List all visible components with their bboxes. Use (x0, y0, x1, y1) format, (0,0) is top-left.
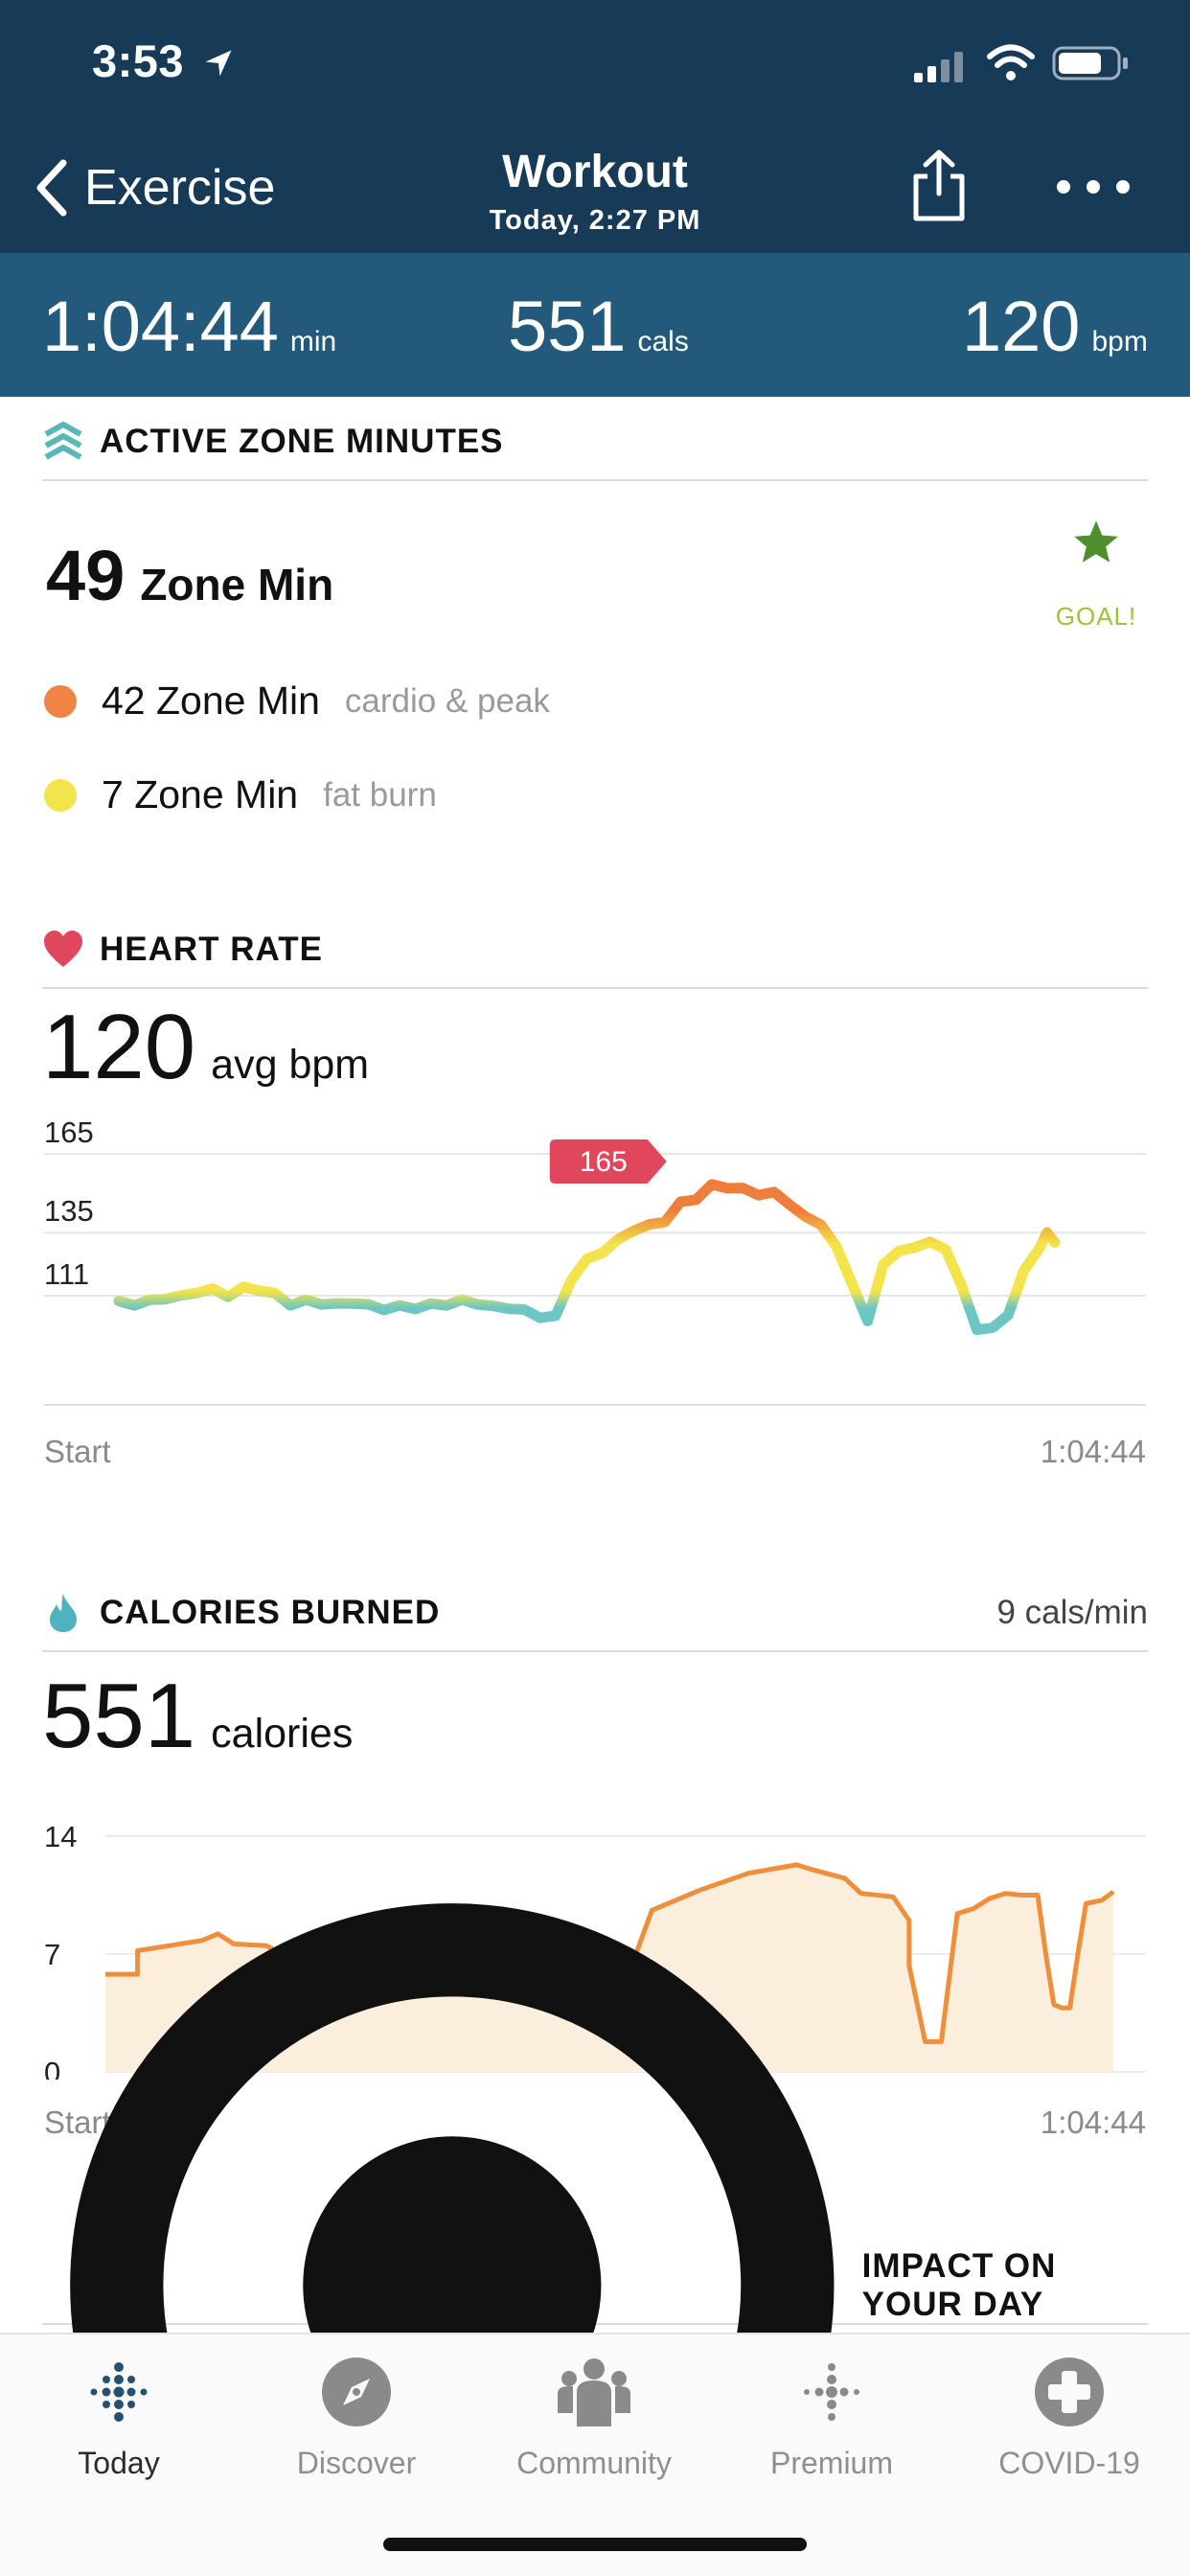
duration-unit: min (289, 326, 337, 357)
calories-stat: 551 cals (508, 286, 689, 367)
calories-total: 551 calories (42, 1664, 353, 1769)
heart-rate-title: HEART RATE (100, 931, 323, 968)
premium-dots-icon (804, 2363, 859, 2421)
heart-rate-series-line (113, 1179, 1061, 1336)
calories-total-value: 551 (42, 1665, 196, 1767)
heart-rate-stat: 120 bpm (962, 286, 1148, 367)
fat-burn-zone-value: 7 Zone Min (102, 772, 299, 816)
compass-icon (322, 2358, 391, 2426)
tab-today-label: Today (78, 2446, 160, 2480)
calories-y-tick-label: 14 (44, 1820, 77, 1853)
heart-rate-y-ticks: 111 135 165 (44, 1121, 94, 1291)
duration-value: 1:04:44 (42, 287, 279, 366)
heart-rate-start-label: Start (44, 1434, 111, 1469)
calories-unit: cals (637, 326, 689, 357)
heart-rate-gridlines (44, 1153, 1146, 1406)
workout-summary-bar: 1:04:44 min 551 cals 120 bpm (0, 253, 1190, 397)
share-icon[interactable] (908, 150, 970, 222)
community-icon (558, 2358, 630, 2426)
more-options-icon[interactable] (1054, 172, 1133, 201)
heart-rate-average: 120 avg bpm (42, 995, 369, 1100)
cardio-zone-desc: cardio & peak (344, 681, 550, 720)
tab-community-label: Community (516, 2446, 672, 2480)
zone-row-cardio: 42 Zone Min cardio & peak (44, 678, 550, 724)
zone-total-value: 49 (46, 536, 126, 615)
cellular-signal-icon (914, 52, 963, 82)
active-zone-title: ACTIVE ZONE MINUTES (100, 423, 504, 460)
cardio-zone-value: 42 Zone Min (102, 678, 320, 723)
tab-discover-label: Discover (296, 2446, 417, 2480)
tab-community[interactable]: Community (475, 2354, 713, 2481)
home-indicator (383, 2538, 807, 2551)
calories-title: CALORIES BURNED (100, 1594, 441, 1631)
heart-icon (44, 931, 82, 967)
heart-rate-end-label: 1:04:44 (1040, 1434, 1146, 1469)
heart-rate-header: HEART RATE (42, 912, 1148, 989)
calories-rate: 9 cals/min (996, 1594, 1148, 1631)
page-title: Workout (502, 147, 688, 197)
status-time: 3:53 (92, 35, 185, 86)
impact-title: IMPACT ON YOUR DAY (861, 2247, 1057, 2323)
heart-rate-y-tick-label: 111 (44, 1257, 89, 1291)
calories-end-label: 1:04:44 (1040, 2104, 1146, 2140)
tab-covid-19[interactable]: COVID-19 (950, 2354, 1188, 2481)
flame-icon (50, 1594, 77, 1632)
battery-icon (1052, 46, 1128, 80)
heart-rate-y-tick-label: 135 (44, 1194, 94, 1228)
cardio-dot-icon (44, 684, 77, 718)
impact-header: IMPACT ON YOUR DAY (42, 1903, 1148, 2576)
peak-heart-rate-value: 165 (580, 1146, 628, 1178)
heart-rate-avg-unit: avg bpm (211, 1042, 370, 1088)
heart-rate-value: 120 (962, 287, 1081, 366)
fat-burn-zone-desc: fat burn (323, 775, 437, 814)
tab-today[interactable]: Today (0, 2354, 238, 2481)
zone-chevrons-icon (44, 422, 82, 460)
duration-stat: 1:04:44 min (42, 286, 336, 367)
peak-heart-rate-badge: 165 (549, 1139, 667, 1184)
tab-premium-label: Premium (769, 2446, 893, 2480)
calories-header: CALORIES BURNED 9 cals/min (42, 1576, 1148, 1652)
tab-premium[interactable]: Premium (713, 2354, 950, 2481)
goal-label: GOAL! (1055, 602, 1137, 631)
zone-total-label: Zone Min (140, 560, 334, 610)
active-zone-header: ACTIVE ZONE MINUTES (42, 404, 1148, 481)
tab-discover[interactable]: Discover (238, 2354, 475, 2481)
zone-total: 49 Zone Min (46, 535, 333, 616)
heart-rate-y-tick-label: 165 (44, 1121, 94, 1149)
calories-value: 551 (508, 287, 627, 366)
medical-cross-icon (1035, 2358, 1104, 2426)
calories-total-unit: calories (211, 1711, 354, 1757)
location-arrow-icon (205, 50, 232, 77)
wifi-icon (987, 44, 1035, 80)
top-header: 3:53 Exercise Workout Today, 2:27 PM (0, 0, 1190, 253)
heart-rate-unit: bpm (1091, 326, 1148, 357)
tab-covid-19-label: COVID-19 (998, 2446, 1140, 2480)
page-subtitle: Today, 2:27 PM (489, 205, 701, 236)
fat-burn-dot-icon (44, 778, 77, 812)
zone-row-fat-burn: 7 Zone Min fat burn (44, 772, 437, 817)
today-dots-icon (90, 2362, 148, 2422)
heart-rate-avg-value: 120 (42, 996, 196, 1098)
heart-rate-chart: 111 135 165 165 (44, 1121, 1146, 1406)
goal-star-icon (1074, 520, 1118, 563)
